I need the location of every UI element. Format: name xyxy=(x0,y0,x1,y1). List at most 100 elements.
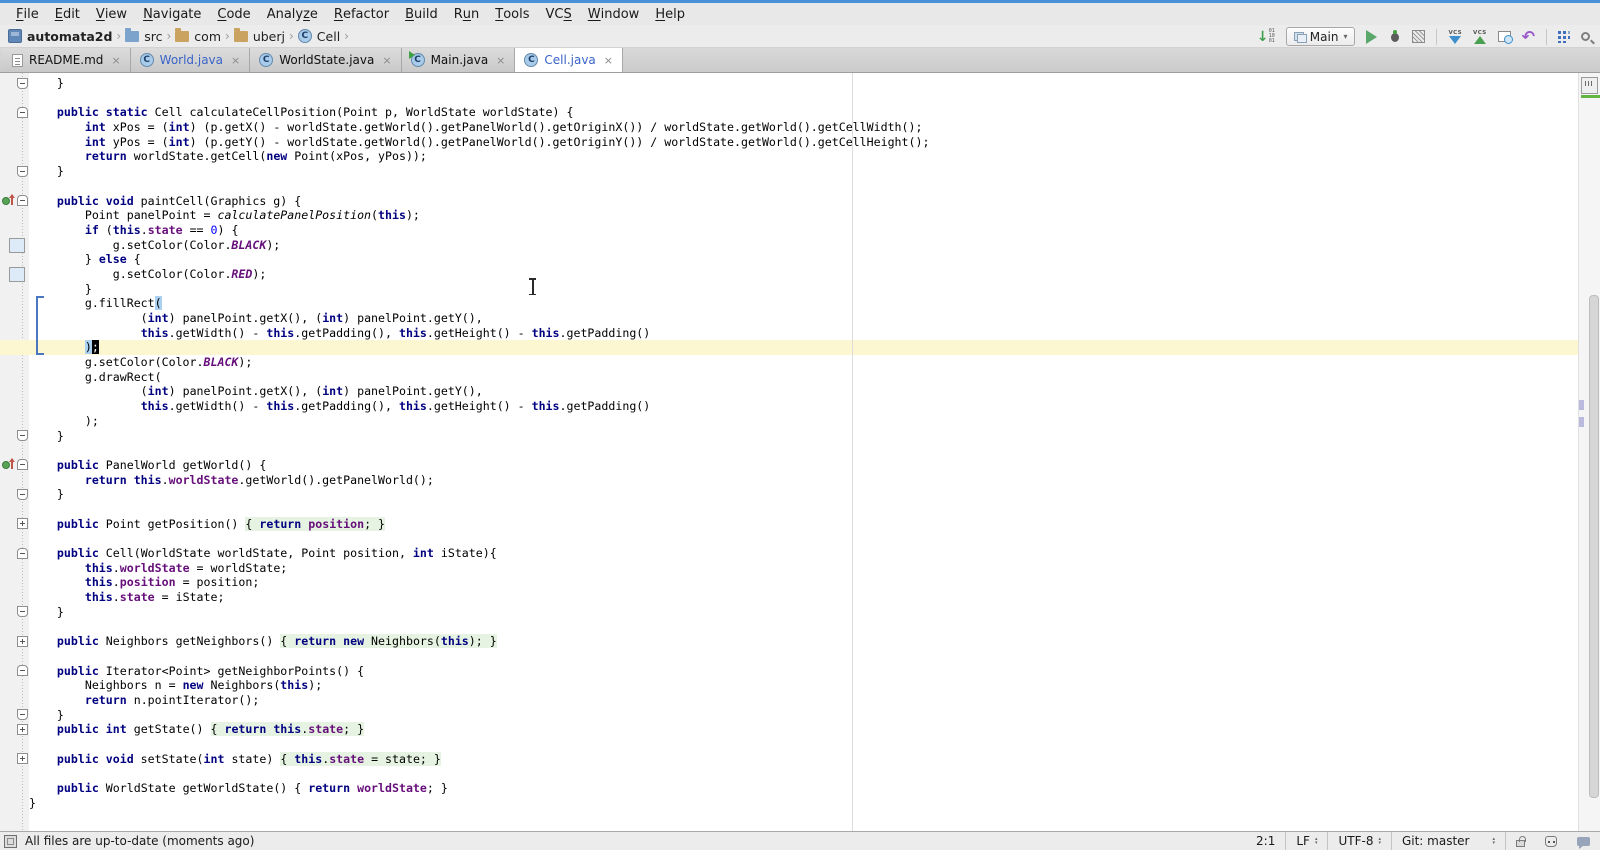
code-line[interactable]: } xyxy=(0,429,1578,444)
code-line[interactable]: } xyxy=(0,282,1578,297)
vcs-change-marker[interactable] xyxy=(9,237,25,253)
method-gutter-icon[interactable] xyxy=(2,194,16,206)
code-editor[interactable]: } public static Cell calculateCellPositi… xyxy=(0,73,1600,831)
tab-main-java[interactable]: C Main.java × xyxy=(401,48,516,72)
code-line[interactable] xyxy=(0,179,1578,194)
code-line[interactable]: } xyxy=(0,605,1578,620)
fold-open-icon[interactable] xyxy=(17,665,28,677)
fold-end-icon[interactable] xyxy=(17,77,28,89)
code-line[interactable]: g.setColor(Color.RED); xyxy=(0,267,1578,282)
code-line[interactable]: public Iterator<Point> getNeighborPoints… xyxy=(0,664,1578,679)
fold-end-icon[interactable] xyxy=(17,165,28,177)
readonly-lock-widget[interactable] xyxy=(1505,832,1535,850)
code-line[interactable]: (int) panelPoint.getX(), (int) panelPoin… xyxy=(0,384,1578,399)
code-line[interactable] xyxy=(0,91,1578,106)
fold-plus-icon[interactable] xyxy=(17,753,28,765)
highlighting-level-widget[interactable] xyxy=(1535,832,1567,850)
breadcrumb-uberj[interactable]: uberj xyxy=(233,27,285,44)
debug-button[interactable] xyxy=(1388,30,1402,43)
menu-item-edit[interactable]: Edit xyxy=(47,3,88,25)
code-line[interactable]: } xyxy=(0,76,1578,91)
error-stripe-mark[interactable] xyxy=(1579,400,1584,410)
code-lines[interactable]: } public static Cell calculateCellPositi… xyxy=(0,76,1578,810)
git-branch-widget[interactable]: Git: master ▴ ▾ xyxy=(1390,832,1505,850)
code-line[interactable]: g.fillRect( xyxy=(0,296,1578,311)
code-line[interactable] xyxy=(0,443,1578,458)
fold-open-icon[interactable] xyxy=(17,459,28,471)
event-log-widget[interactable] xyxy=(1567,832,1600,850)
toolwindow-switcher-icon[interactable] xyxy=(4,834,17,848)
code-line[interactable]: g.setColor(Color.BLACK); xyxy=(0,355,1578,370)
code-line[interactable]: g.drawRect( xyxy=(0,370,1578,385)
fold-plus-icon[interactable] xyxy=(17,635,28,647)
code-line[interactable]: public Point getPosition() { return posi… xyxy=(0,516,1578,532)
code-line[interactable]: g.setColor(Color.BLACK); xyxy=(0,238,1578,253)
code-line[interactable]: return this.worldState.getWorld().getPan… xyxy=(0,473,1578,488)
fold-end-icon[interactable] xyxy=(17,488,28,500)
error-stripe-mark[interactable] xyxy=(1579,417,1584,427)
menu-item-run[interactable]: Run xyxy=(446,3,488,25)
code-line[interactable]: Neighbors n = new Neighbors(this); xyxy=(0,678,1578,693)
tab-readme-md[interactable]: README.md × xyxy=(3,48,131,72)
run-with-coverage-button[interactable] xyxy=(1412,30,1426,43)
code-line[interactable] xyxy=(0,531,1578,546)
tab-world-java[interactable]: C World.java × xyxy=(130,48,251,72)
line-ending-widget[interactable]: LF ▴ ▾ xyxy=(1285,832,1327,850)
fold-open-icon[interactable] xyxy=(17,547,28,559)
code-line[interactable]: this.getWidth() - this.getPadding(), thi… xyxy=(0,326,1578,341)
code-line[interactable]: public Neighbors getNeighbors() { return… xyxy=(0,634,1578,649)
code-line[interactable]: } xyxy=(0,708,1578,723)
breadcrumb-automata2d[interactable]: automata2d xyxy=(8,29,112,44)
menu-item-refactor[interactable]: Refactor xyxy=(326,3,397,25)
fold-open-icon[interactable] xyxy=(17,106,28,118)
code-line[interactable] xyxy=(0,737,1578,752)
vertical-scrollbar[interactable] xyxy=(1589,295,1599,798)
code-line[interactable]: } else { xyxy=(0,252,1578,267)
search-everywhere-icon[interactable] xyxy=(1581,32,1590,41)
breadcrumb-src[interactable]: src xyxy=(125,27,162,44)
code-line[interactable] xyxy=(0,766,1578,781)
fold-end-icon[interactable] xyxy=(17,606,28,618)
method-gutter-icon[interactable] xyxy=(2,458,16,470)
code-line[interactable]: return n.pointIterator(); xyxy=(0,693,1578,708)
run-button[interactable] xyxy=(1366,29,1378,44)
code-line[interactable]: return worldState.getCell(new Point(xPos… xyxy=(0,149,1578,164)
vcs-commit-button[interactable]: VCS xyxy=(1473,30,1487,44)
tab-worldstate-java[interactable]: C WorldState.java × xyxy=(250,48,402,72)
breadcrumb-com[interactable]: com xyxy=(175,27,221,44)
code-line[interactable] xyxy=(0,502,1578,517)
code-line[interactable]: ); xyxy=(0,340,1578,355)
menu-item-navigate[interactable]: Navigate xyxy=(135,3,209,25)
run-configuration-select[interactable]: Main ▾ xyxy=(1285,27,1356,46)
structure-icon[interactable] xyxy=(1558,30,1570,43)
menu-item-build[interactable]: Build xyxy=(397,3,446,25)
code-line[interactable]: int xPos = (int) (p.getX() - worldState.… xyxy=(0,120,1578,135)
code-line[interactable]: public Cell(WorldState worldState, Point… xyxy=(0,546,1578,561)
menu-item-analyze[interactable]: Analy z e xyxy=(259,3,326,25)
menu-item-code[interactable]: Code xyxy=(209,3,258,25)
code-line[interactable]: Point panelPoint = calculatePanelPositio… xyxy=(0,208,1578,223)
vcs-update-button[interactable]: VCS xyxy=(1448,30,1462,44)
code-line[interactable]: public static Cell calculateCellPosition… xyxy=(0,105,1578,120)
fold-end-icon[interactable] xyxy=(17,709,28,721)
fold-open-icon[interactable] xyxy=(17,195,28,207)
tab-close-icon[interactable]: × xyxy=(604,54,613,67)
code-line[interactable]: } xyxy=(0,796,1578,811)
code-line[interactable] xyxy=(0,649,1578,664)
fold-plus-icon[interactable] xyxy=(17,723,28,735)
update-info-icon[interactable]: ↓ 01 10 01 xyxy=(1257,28,1275,45)
encoding-widget[interactable]: UTF-8 ▴ ▾ xyxy=(1327,832,1391,850)
code-line[interactable]: ); xyxy=(0,414,1578,429)
menu-item-file[interactable]: File xyxy=(8,3,47,25)
code-line[interactable]: } xyxy=(0,487,1578,502)
breadcrumb-cell[interactable]: C Cell xyxy=(297,29,340,44)
vcs-change-marker[interactable] xyxy=(9,266,25,282)
code-line[interactable]: public void setState(int state) { this.s… xyxy=(0,751,1578,767)
code-line[interactable]: public WorldState getWorldState() { retu… xyxy=(0,781,1578,796)
menu-item-tools[interactable]: Tools xyxy=(487,3,537,25)
menu-item-vcs[interactable]: VC S xyxy=(538,3,580,25)
tab-close-icon[interactable]: × xyxy=(382,54,391,67)
code-line[interactable]: this.getWidth() - this.getPadding(), thi… xyxy=(0,399,1578,414)
tab-cell-java[interactable]: C Cell.java × xyxy=(515,48,623,72)
menu-item-view[interactable]: View xyxy=(88,3,135,25)
